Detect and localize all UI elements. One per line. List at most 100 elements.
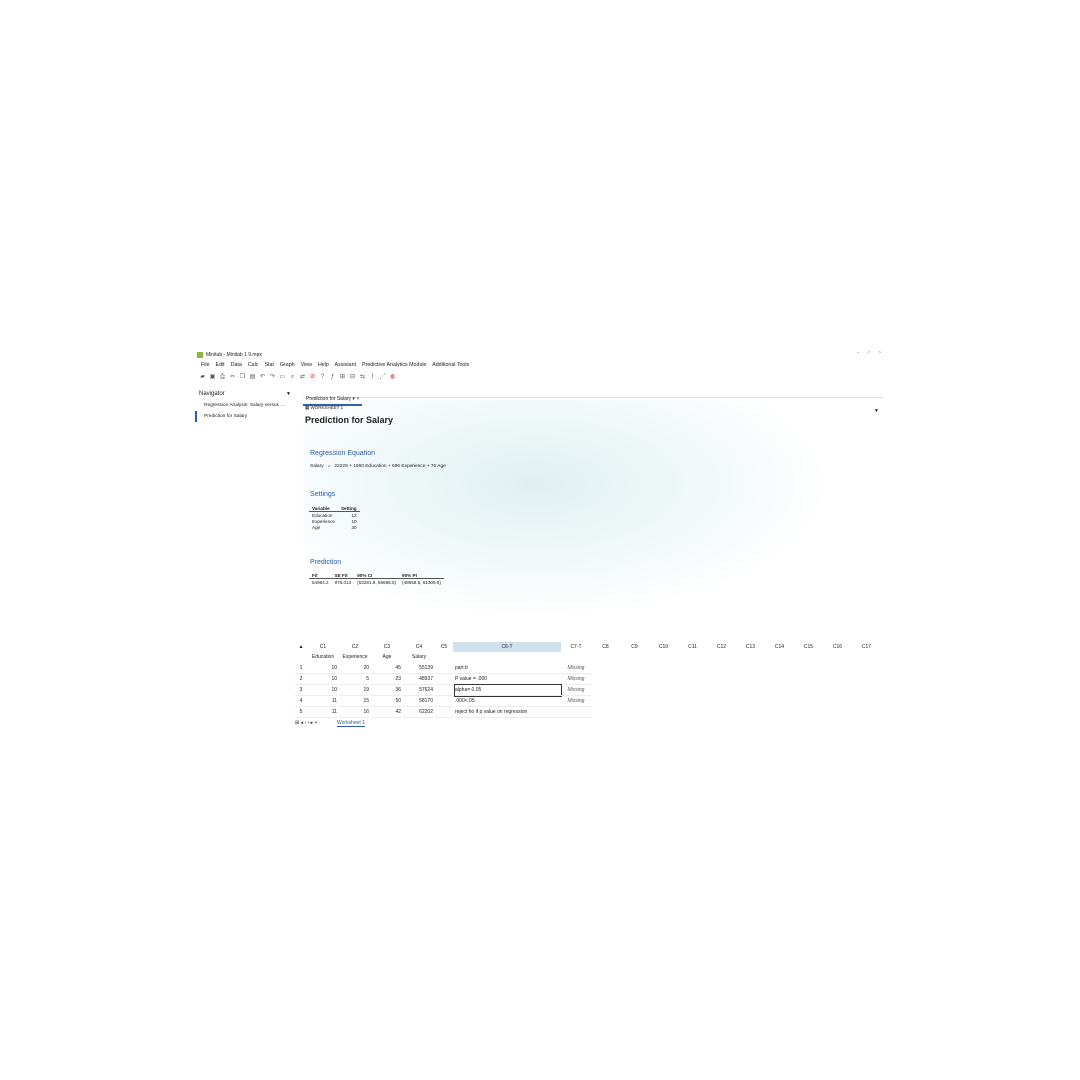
- cell-salary[interactable]: 55139: [403, 663, 433, 674]
- cell-experience[interactable]: 16: [339, 707, 369, 718]
- menu-additional-tools[interactable]: Additional Tools: [432, 362, 469, 368]
- cell-c5[interactable]: [435, 696, 453, 707]
- cell-experience[interactable]: 5: [339, 674, 369, 685]
- undo-icon[interactable]: ↶: [259, 374, 266, 381]
- graph-edit-icon[interactable]: ⋰: [379, 374, 386, 381]
- cell-age[interactable]: 23: [371, 674, 401, 685]
- paste-icon[interactable]: ▤: [249, 374, 256, 381]
- eraser-icon[interactable]: ◍: [389, 374, 396, 381]
- menu-predictive-analytics[interactable]: Predictive Analytics Module: [362, 362, 426, 368]
- menu-calc[interactable]: Calc: [248, 362, 259, 368]
- cell-salary[interactable]: 48937: [403, 674, 433, 685]
- col-name-experience[interactable]: Experience: [339, 652, 371, 662]
- cell-c7[interactable]: [561, 707, 591, 718]
- col-id-c5[interactable]: C5: [435, 642, 453, 652]
- cell-c7[interactable]: Missing: [561, 696, 591, 707]
- row-number[interactable]: 5: [295, 707, 307, 718]
- function-icon[interactable]: ƒ: [329, 374, 336, 381]
- col-id-c13[interactable]: C13: [736, 642, 765, 652]
- cell-c7[interactable]: Missing: [561, 685, 591, 696]
- brush-icon[interactable]: ⌇: [369, 374, 376, 381]
- row-number[interactable]: 1: [295, 663, 307, 674]
- col-id-c3[interactable]: C3: [371, 642, 403, 652]
- menu-stat[interactable]: Stat: [264, 362, 273, 368]
- cell-c6[interactable]: part b: [455, 663, 561, 674]
- cut-icon[interactable]: ✂: [229, 374, 236, 381]
- copy-icon[interactable]: ❐: [239, 374, 246, 381]
- col-id-c4[interactable]: C4: [403, 642, 435, 652]
- col-id-c8[interactable]: C8: [591, 642, 620, 652]
- cell-salary[interactable]: 57624: [403, 685, 433, 696]
- cell-education[interactable]: 10: [307, 674, 337, 685]
- cell-age[interactable]: 36: [371, 685, 401, 696]
- cell-c5[interactable]: [435, 674, 453, 685]
- row-number[interactable]: 2: [295, 674, 307, 685]
- menu-help[interactable]: Help: [318, 362, 329, 368]
- cancel-icon[interactable]: ⊘: [309, 374, 316, 381]
- col-id-c12[interactable]: C12: [707, 642, 736, 652]
- col-name-age[interactable]: Age: [371, 652, 403, 662]
- cell-education[interactable]: 10: [307, 663, 337, 674]
- cell-salary[interactable]: 58170: [403, 696, 433, 707]
- col-id-c14[interactable]: C14: [765, 642, 794, 652]
- find-icon[interactable]: ⌕: [289, 374, 296, 381]
- cell-education[interactable]: 10: [307, 685, 337, 696]
- output-tab-row: Prediction for Salary ▾ ×: [303, 387, 883, 406]
- menu-edit[interactable]: Edit: [216, 362, 225, 368]
- cell-c5[interactable]: [435, 685, 453, 696]
- cell-age[interactable]: 45: [371, 663, 401, 674]
- insert-columns-icon[interactable]: ⊟: [349, 374, 356, 381]
- menu-assistant[interactable]: Assistant: [335, 362, 357, 368]
- cell-c7[interactable]: Missing: [561, 663, 591, 674]
- window-controls[interactable]: - ♂ ›: [857, 350, 884, 356]
- chevron-down-icon[interactable]: ▼: [286, 391, 291, 397]
- col-id-c15[interactable]: C15: [794, 642, 823, 652]
- window-icon[interactable]: ▭: [279, 374, 286, 381]
- cell-c7[interactable]: Missing: [561, 674, 591, 685]
- col-id-c17[interactable]: C17: [852, 642, 881, 652]
- cell-c6-active[interactable]: alpha= 0.05: [454, 684, 562, 697]
- navigator-item-prediction[interactable]: Prediction for Salary: [195, 411, 295, 422]
- cell-c6[interactable]: P value = .000: [455, 674, 561, 685]
- cell-c5[interactable]: [435, 663, 453, 674]
- chevron-down-icon[interactable]: ▼: [874, 408, 879, 414]
- cell-education[interactable]: 11: [307, 696, 337, 707]
- col-id-c2[interactable]: C2: [339, 642, 371, 652]
- row-number[interactable]: 4: [295, 696, 307, 707]
- row-number[interactable]: 3: [295, 685, 307, 696]
- save-icon[interactable]: ▣: [209, 374, 216, 381]
- cell-experience[interactable]: 20: [339, 663, 369, 674]
- cell-experience[interactable]: 15: [339, 696, 369, 707]
- cell-education[interactable]: 11: [307, 707, 337, 718]
- cell-c6[interactable]: .000<.05: [455, 696, 561, 707]
- redo-icon[interactable]: ↷: [269, 374, 276, 381]
- col-id-c6[interactable]: C6-T: [453, 642, 561, 652]
- navigator-item-regression[interactable]: Regression Analysis: Salary versus ...: [195, 400, 295, 411]
- corner-icon[interactable]: ▲: [295, 642, 307, 652]
- print-icon[interactable]: ⎙: [219, 374, 226, 381]
- sheet-nav-icons[interactable]: ⊞ ◂ ‹ › ▸ +: [295, 720, 317, 726]
- cell-experience[interactable]: 19: [339, 685, 369, 696]
- open-icon[interactable]: ▰: [199, 374, 206, 381]
- move-columns-icon[interactable]: ⇆: [359, 374, 366, 381]
- insert-rows-icon[interactable]: ⊞: [339, 374, 346, 381]
- col-id-c9[interactable]: C9: [620, 642, 649, 652]
- menu-file[interactable]: File: [201, 362, 210, 368]
- col-id-c16[interactable]: C16: [823, 642, 852, 652]
- replace-icon[interactable]: ⇄: [299, 374, 306, 381]
- menu-view[interactable]: View: [301, 362, 312, 368]
- col-name-education[interactable]: Education: [307, 652, 339, 662]
- menu-graph[interactable]: Graph: [280, 362, 295, 368]
- cell-age[interactable]: 50: [371, 696, 401, 707]
- col-id-c11[interactable]: C11: [678, 642, 707, 652]
- col-id-c1[interactable]: C1: [307, 642, 339, 652]
- col-id-c10[interactable]: C10: [649, 642, 678, 652]
- col-id-c7[interactable]: C7-T: [561, 642, 591, 652]
- col-name-salary[interactable]: Salary: [403, 652, 435, 662]
- tab-worksheet-1[interactable]: Worksheet 1: [337, 720, 365, 727]
- cell-age[interactable]: 42: [371, 707, 401, 718]
- menu-data[interactable]: Data: [231, 362, 242, 368]
- cell-salary[interactable]: 62202: [403, 707, 433, 718]
- cell-c5[interactable]: [435, 707, 453, 718]
- help-icon[interactable]: ?: [319, 374, 326, 381]
